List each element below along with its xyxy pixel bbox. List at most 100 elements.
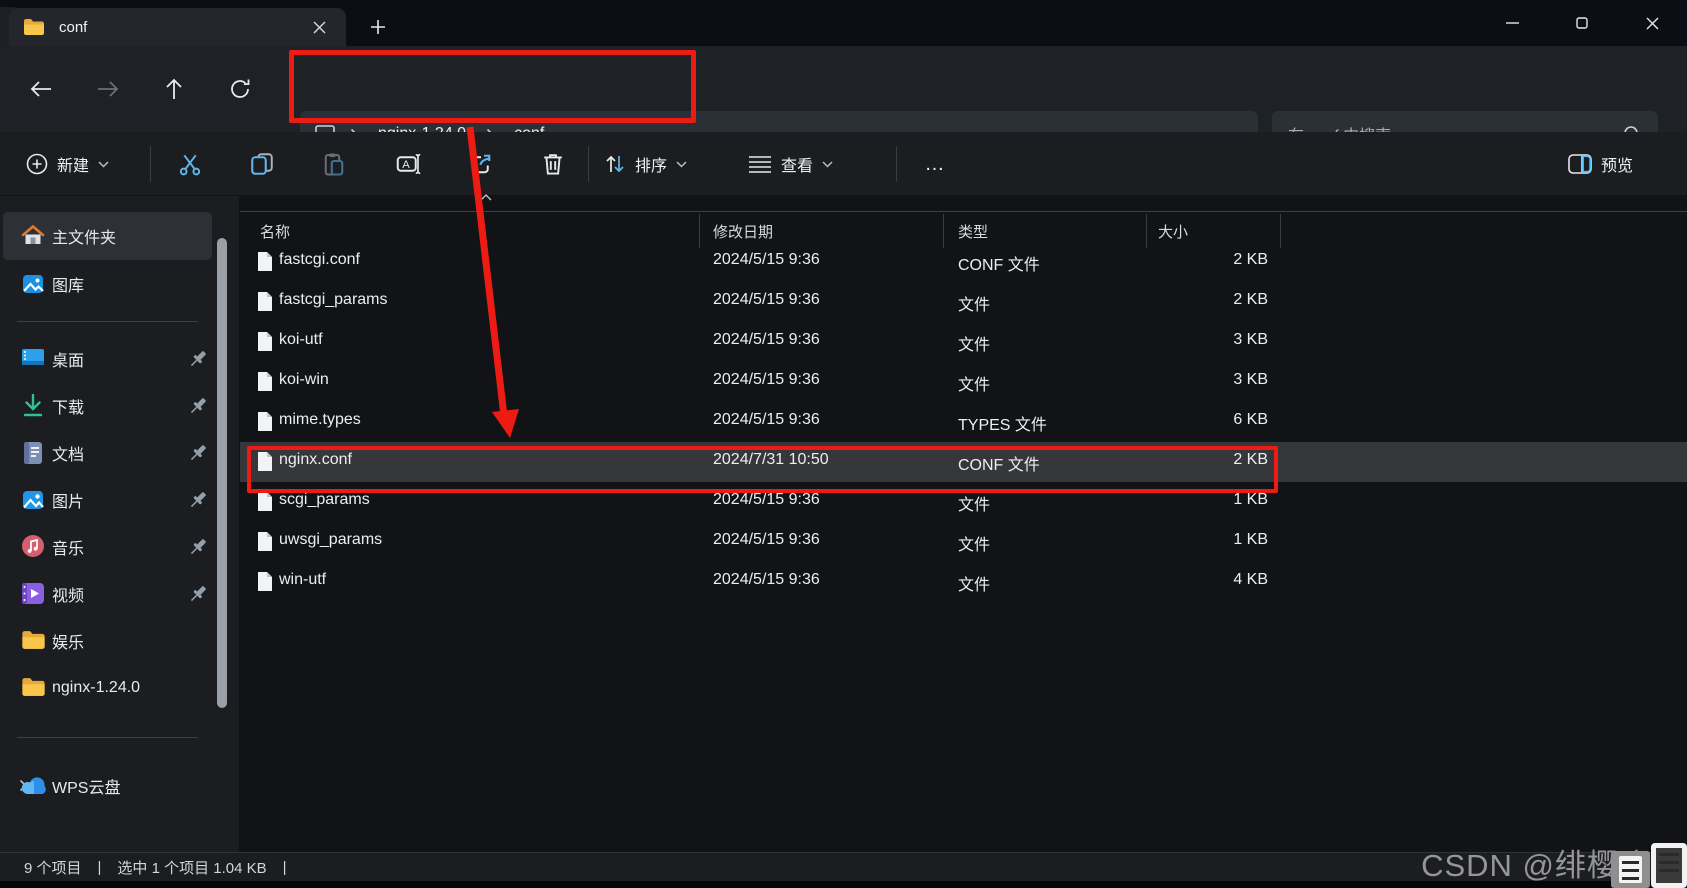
new-tab-button[interactable] [362, 12, 394, 42]
view-button-label: 查看 [781, 152, 813, 176]
refresh-button[interactable] [219, 68, 261, 110]
file-icon [257, 451, 273, 472]
sort-ascending-caret-icon [480, 194, 492, 201]
column-header-type[interactable]: 类型 [958, 221, 988, 242]
title-bar: conf [0, 0, 1687, 46]
sidebar-item-home[interactable]: 主文件夹 [3, 212, 212, 260]
overlay-app-icon [1611, 851, 1650, 888]
sidebar-item-label: WPS云盘 [52, 774, 120, 798]
copy-icon [250, 152, 274, 176]
pin-icon [188, 584, 208, 604]
ellipsis-icon: … [925, 153, 948, 176]
sidebar-item-desktop[interactable]: 桌面 [3, 335, 212, 382]
status-separator: | [283, 859, 287, 876]
cloud-icon [21, 777, 47, 795]
selection-summary: 选中 1 个项目 1.04 KB [117, 857, 266, 878]
sidebar-item-label: 主文件夹 [52, 224, 116, 248]
gallery-icon [21, 272, 45, 296]
rename-button[interactable]: A [387, 142, 431, 186]
file-icon [257, 291, 273, 312]
copy-button[interactable] [240, 142, 284, 186]
sidebar-item-label: 音乐 [52, 535, 84, 559]
svg-text:A: A [402, 159, 410, 171]
column-header-name[interactable]: 名称 [260, 221, 290, 242]
preview-pane-icon [1568, 154, 1592, 174]
chevron-down-icon [98, 161, 109, 168]
pictures-icon [21, 488, 45, 512]
sidebar-item-downloads[interactable]: 下载 [3, 382, 212, 429]
back-button[interactable] [20, 68, 62, 110]
sort-button-label: 排序 [635, 152, 667, 176]
maximize-button[interactable] [1547, 0, 1617, 46]
sidebar-item-nginx[interactable]: nginx-1.24.0 [3, 664, 212, 711]
pin-icon [188, 443, 208, 463]
sidebar-item-label: 图库 [52, 272, 84, 296]
sidebar-scrollbar[interactable] [217, 238, 227, 708]
sidebar-item-label: 文档 [52, 441, 84, 465]
cut-button[interactable] [168, 142, 212, 186]
window-controls [1477, 0, 1687, 46]
navigation-sidebar: 主文件夹 图库 桌面 [0, 196, 239, 852]
command-toolbar: 新建 A [0, 132, 1687, 196]
sidebar-item-label: 娱乐 [52, 629, 84, 653]
sidebar-item-label: 视频 [52, 582, 84, 606]
sidebar-item-label: 图片 [52, 488, 84, 512]
file-icon [257, 571, 273, 592]
file-row-selected[interactable]: nginx.conf 2024/7/31 10:50 CONF 文件 2 KB [240, 442, 1687, 482]
sidebar-item-pictures[interactable]: 图片 [3, 476, 212, 523]
column-header-size[interactable]: 大小 [1158, 221, 1188, 242]
sidebar-item-label: 桌面 [52, 347, 84, 371]
file-list-panel: 名称 修改日期 类型 大小 fastcgi.conf 2024/5/15 9:3… [240, 196, 1687, 852]
file-row[interactable]: fastcgi.conf 2024/5/15 9:36 CONF 文件 2 KB [240, 242, 1687, 282]
plus-circle-icon [26, 153, 48, 175]
tab-close-icon[interactable] [306, 14, 332, 40]
sidebar-item-entertainment[interactable]: 娱乐 [3, 617, 212, 664]
sidebar-divider [17, 737, 198, 738]
sidebar-item-documents[interactable]: 文档 [3, 429, 212, 476]
file-icon [257, 251, 273, 272]
more-options-button[interactable]: … [914, 142, 958, 186]
column-header-date[interactable]: 修改日期 [713, 221, 773, 242]
file-row[interactable]: mime.types 2024/5/15 9:36 TYPES 文件 6 KB [240, 402, 1687, 442]
forward-button[interactable] [87, 68, 129, 110]
file-row[interactable]: scgi_params 2024/5/15 9:36 文件 1 KB [240, 482, 1687, 522]
paste-button[interactable] [312, 142, 356, 186]
share-button[interactable] [459, 142, 503, 186]
paste-clipboard-icon [322, 152, 346, 176]
pin-icon [188, 490, 208, 510]
chevron-down-icon [822, 161, 833, 168]
tab-conf[interactable]: conf [9, 8, 346, 46]
minimize-button[interactable] [1477, 0, 1547, 46]
folder-icon [23, 18, 45, 36]
pin-icon [188, 537, 208, 557]
file-row[interactable]: fastcgi_params 2024/5/15 9:36 文件 2 KB [240, 282, 1687, 322]
toolbar-divider [588, 146, 589, 182]
file-icon [257, 531, 273, 552]
sidebar-item-music[interactable]: 音乐 [3, 523, 212, 570]
sidebar-item-label: nginx-1.24.0 [52, 679, 140, 697]
new-button-label: 新建 [57, 152, 89, 176]
file-row[interactable]: win-utf 2024/5/15 9:36 文件 4 KB [240, 562, 1687, 602]
rename-icon: A [396, 152, 422, 176]
sidebar-item-videos[interactable]: 视频 [3, 570, 212, 617]
sidebar-item-wps-cloud[interactable]: WPS云盘 [3, 762, 212, 809]
videos-icon [21, 582, 45, 605]
file-icon [257, 331, 273, 352]
new-button[interactable]: 新建 [26, 142, 109, 186]
view-button[interactable]: 查看 [748, 142, 833, 186]
sort-button[interactable]: 排序 [604, 142, 687, 186]
close-window-button[interactable] [1617, 0, 1687, 46]
up-button[interactable] [153, 68, 195, 110]
folder-icon [21, 630, 46, 650]
view-lines-icon [748, 155, 772, 173]
file-row[interactable]: koi-win 2024/5/15 9:36 文件 3 KB [240, 362, 1687, 402]
file-row[interactable]: koi-utf 2024/5/15 9:36 文件 3 KB [240, 322, 1687, 362]
delete-button[interactable] [531, 142, 575, 186]
sidebar-item-gallery[interactable]: 图库 [3, 260, 212, 308]
file-icon [257, 371, 273, 392]
chevron-down-icon [676, 161, 687, 168]
file-row[interactable]: uwsgi_params 2024/5/15 9:36 文件 1 KB [240, 522, 1687, 562]
scissors-cut-icon [178, 152, 202, 176]
sidebar-divider [17, 321, 198, 322]
preview-button[interactable]: 预览 [1568, 142, 1633, 186]
